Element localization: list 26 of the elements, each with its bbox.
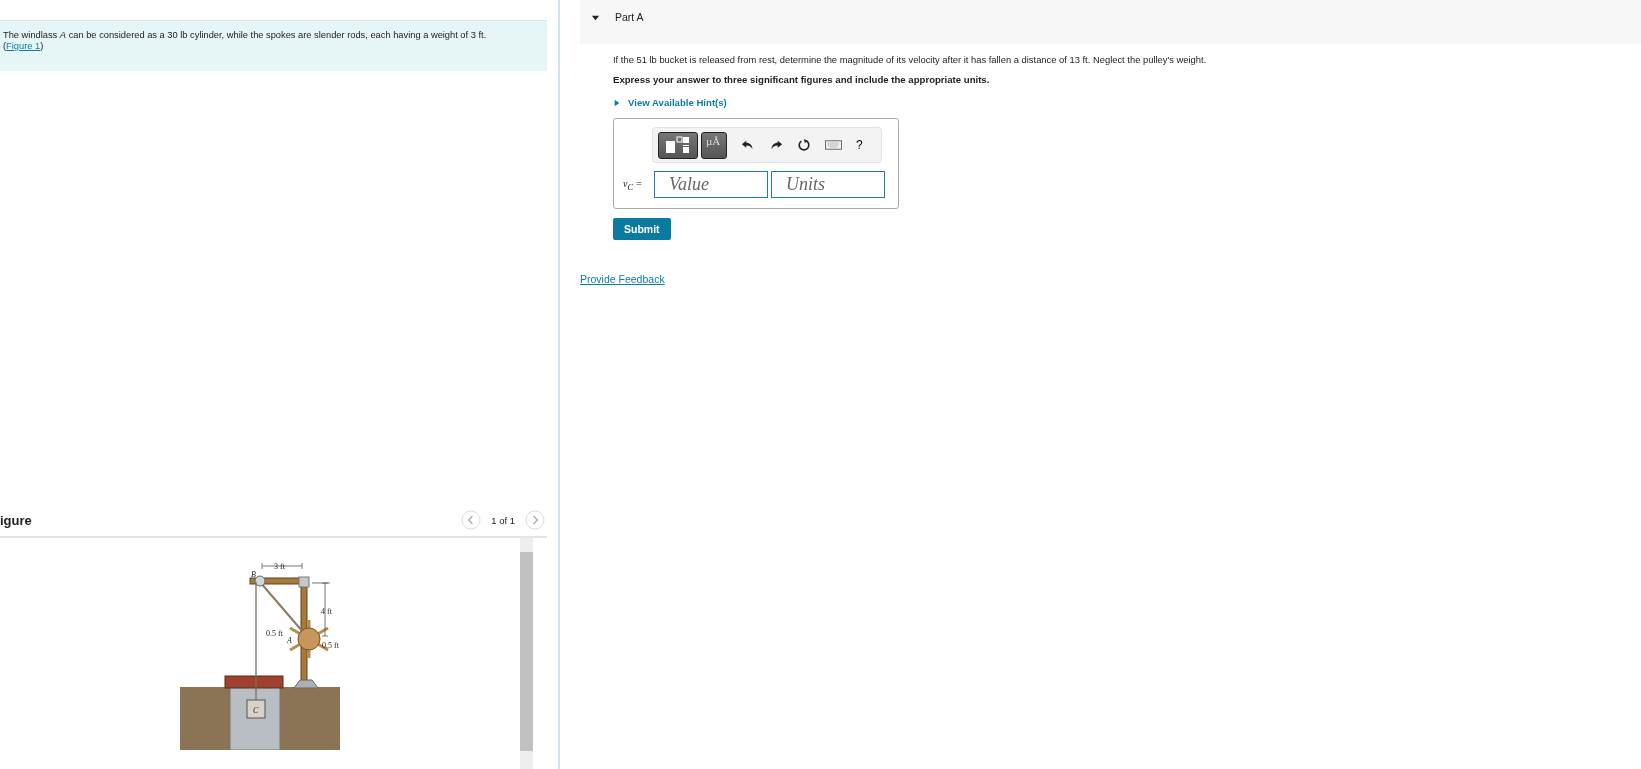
figure-label: 0.5 ft xyxy=(322,641,339,650)
reset-icon[interactable] xyxy=(797,138,811,152)
help-button[interactable]: ? xyxy=(856,138,863,152)
instruction-text: Express your answer to three significant figures and include the appropriate units. xyxy=(613,74,991,85)
keyboard-icon[interactable] xyxy=(825,138,842,152)
figure-label: 4 ft xyxy=(321,607,332,616)
part-title[interactable]: Part A xyxy=(615,11,644,23)
figure-heading: igure xyxy=(0,512,32,528)
feedback-link[interactable]: Provide Feedback xyxy=(580,273,665,285)
figure-label: A xyxy=(287,636,292,645)
problem-text: The windlass A can be considered as a 30 lb cylinder, while the spokes are slender rods, each having a weight of 3 ft. (Figure 1) xyxy=(3,30,488,52)
answer-label: v$_{C}$ = xyxy=(623,177,644,192)
figure-label: B xyxy=(251,570,256,579)
units-field[interactable]: Units xyxy=(771,171,885,198)
figure-label: 0.5 ft xyxy=(266,629,283,638)
symbols-button[interactable]: µÅ xyxy=(701,131,727,159)
question-text: If the 51 lb bucket is released from rest, determine the magnitude of its velocity after it has fallen a distance of 13 ft. Neglect the pulley's weight. xyxy=(613,54,1208,65)
hints-link[interactable]: View Available Hint(s) xyxy=(613,97,1641,108)
figure-label: 3 ft xyxy=(274,562,285,571)
figure-label: C xyxy=(253,706,259,715)
page-counter: 1 of 1 xyxy=(491,514,515,526)
triangle-icon[interactable] xyxy=(613,98,621,107)
submit-button[interactable]: Submit xyxy=(613,218,671,240)
scrollbar[interactable] xyxy=(520,538,533,769)
templates-button[interactable] xyxy=(658,131,698,159)
value-field[interactable]: Value xyxy=(654,171,768,198)
